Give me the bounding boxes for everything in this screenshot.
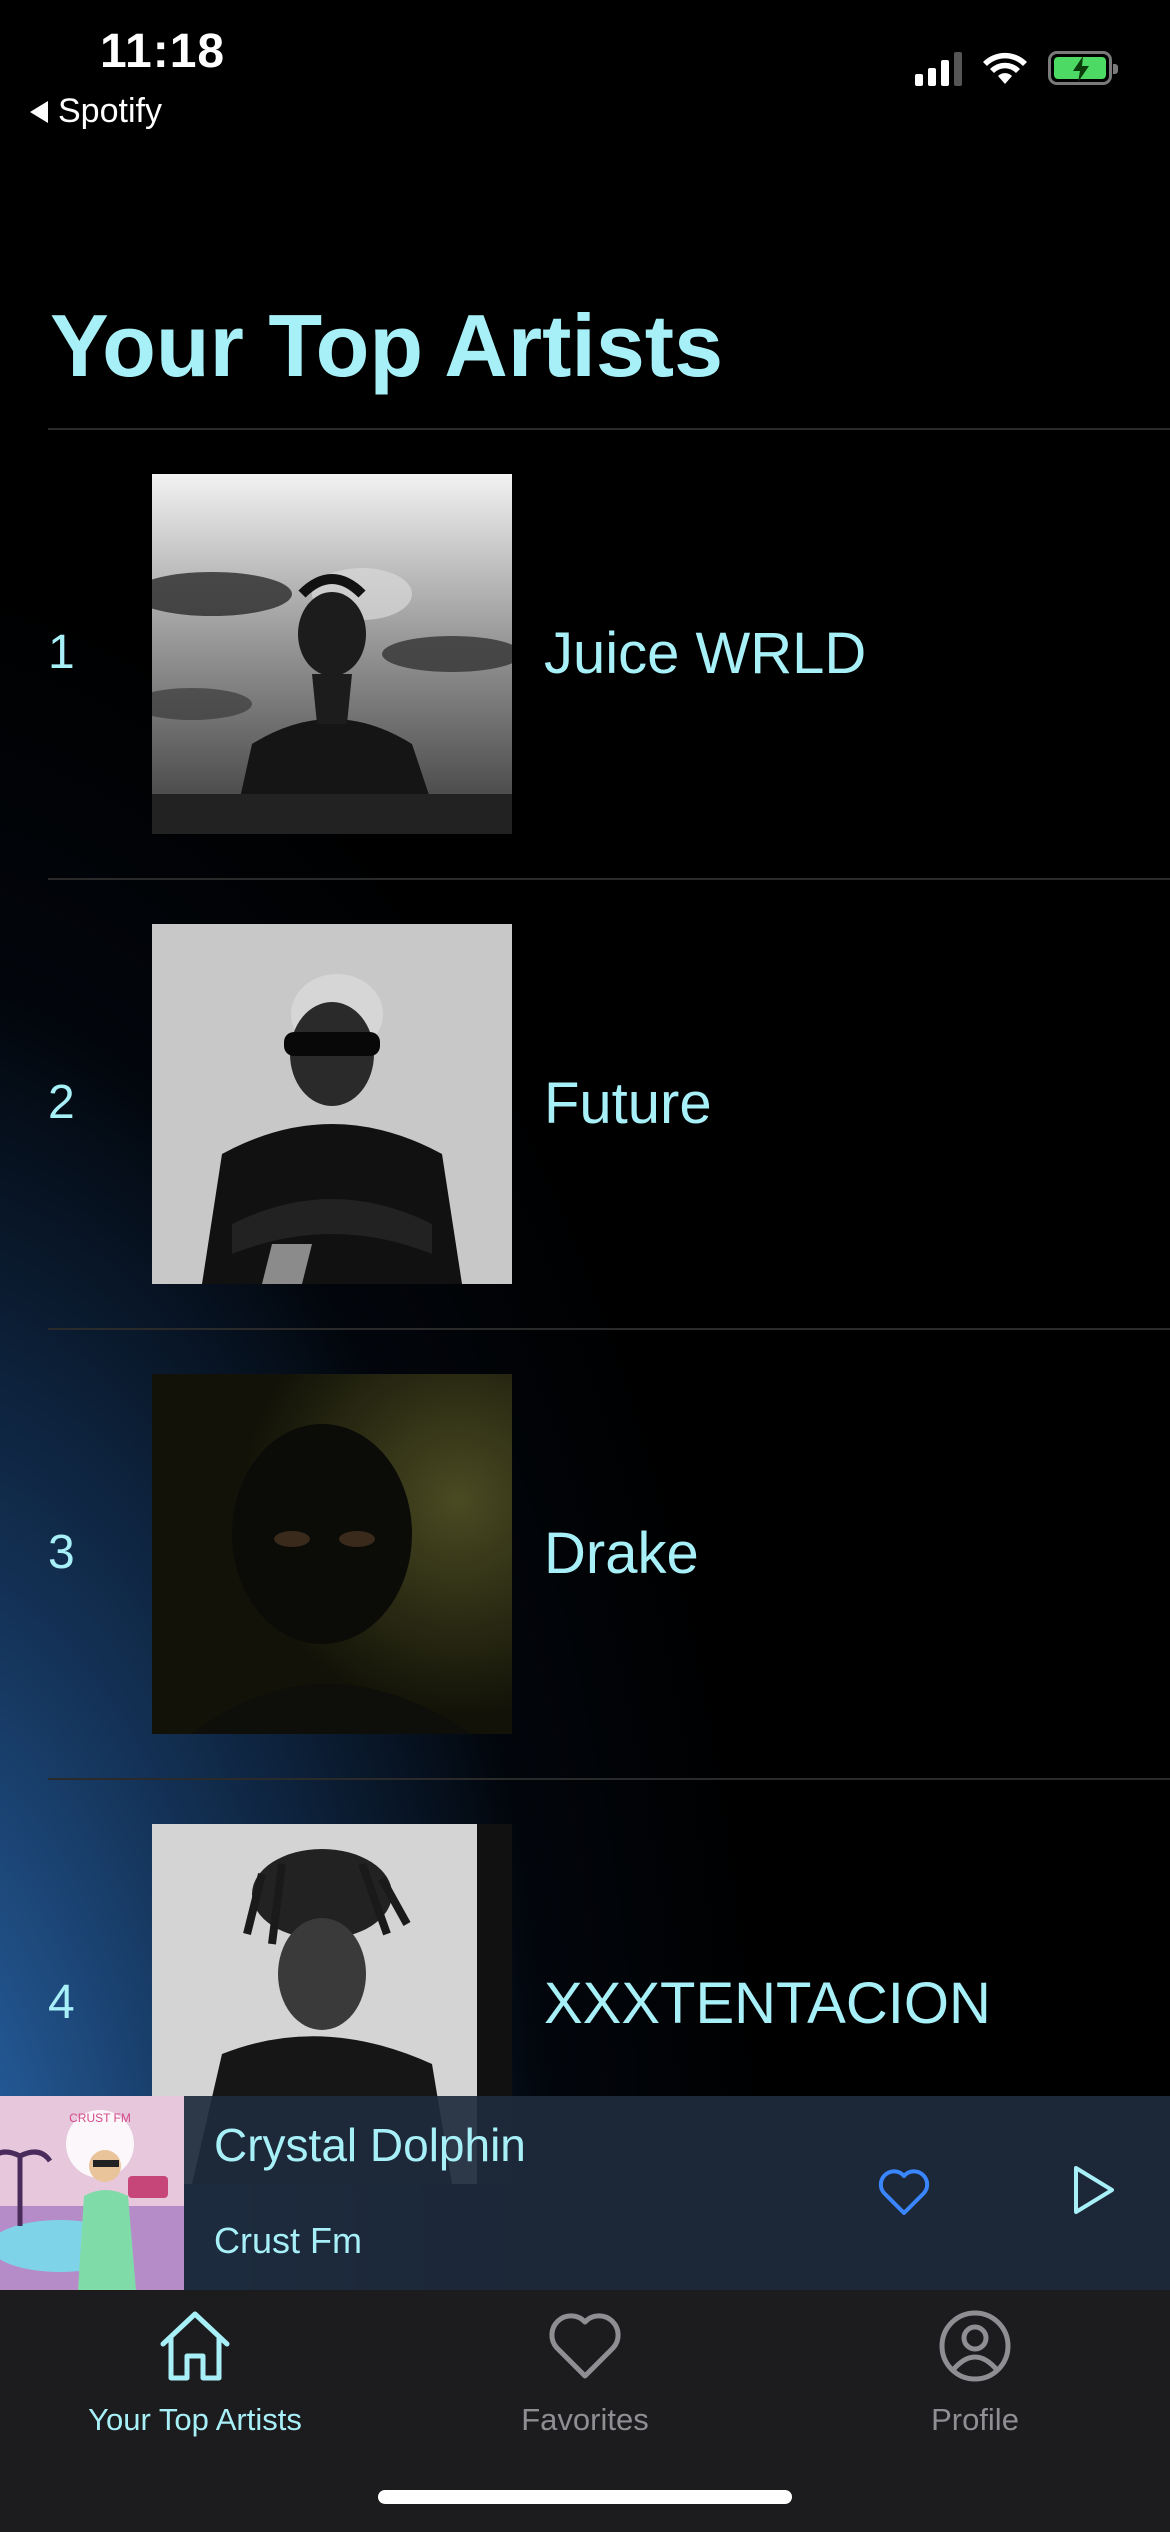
- tab-label: Favorites: [521, 2402, 649, 2437]
- now-playing-title: Crystal Dolphin: [214, 2119, 526, 2171]
- home-icon: [160, 2311, 230, 2381]
- artist-row[interactable]: 1 Juice WRLD: [0, 430, 1170, 878]
- artwork-logo-text: CRUST FM: [69, 2111, 131, 2125]
- artist-row[interactable]: 2 Future: [0, 880, 1170, 1328]
- top-artists-list: 1 Juice WRLD 2 Future 3 Drake 4 XXXTENTA…: [0, 428, 1170, 2228]
- wifi-icon: [983, 52, 1027, 84]
- favorite-button[interactable]: [876, 2166, 932, 2218]
- tab-label: Your Top Artists: [88, 2402, 302, 2437]
- person-circle-icon: [939, 2310, 1011, 2382]
- artist-row[interactable]: 3 Drake: [0, 1330, 1170, 1778]
- now-playing-artist: Crust Fm: [214, 2220, 362, 2261]
- back-to-app-button[interactable]: Spotify: [30, 92, 162, 131]
- page-title: Your Top Artists: [50, 296, 724, 395]
- now-playing-bar[interactable]: CRUST FM Crystal Dolphin Crust Fm: [0, 2096, 1170, 2290]
- tab-label: Profile: [931, 2402, 1019, 2437]
- battery-charging-icon: [1048, 51, 1118, 85]
- heart-icon: [549, 2313, 621, 2379]
- play-outline-icon: [1074, 2166, 1114, 2214]
- home-indicator[interactable]: [378, 2490, 792, 2504]
- artist-rank: 4: [48, 1976, 75, 2029]
- artist-artwork: [152, 1374, 512, 1734]
- artist-rank: 2: [48, 1076, 75, 1129]
- status-time: 11:18: [100, 25, 226, 78]
- artist-name: Juice WRLD: [544, 621, 867, 686]
- tab-favorites[interactable]: Favorites: [390, 2290, 780, 2450]
- artist-artwork: [152, 924, 512, 1284]
- back-label: Spotify: [58, 92, 162, 130]
- artist-name: Drake: [544, 1521, 699, 1586]
- artist-rank: 1: [48, 626, 75, 679]
- heart-outline-icon: [878, 2169, 930, 2215]
- status-bar: 11:18 Spotify: [0, 0, 1170, 140]
- tab-profile[interactable]: Profile: [780, 2290, 1170, 2450]
- now-playing-artwork: CRUST FM: [0, 2096, 184, 2290]
- back-arrow-icon: [30, 100, 48, 123]
- artist-name: XXXTENTACION: [544, 1971, 991, 2036]
- artist-name: Future: [544, 1071, 712, 1136]
- status-icons: [915, 50, 1118, 86]
- play-button[interactable]: [1070, 2164, 1116, 2216]
- cellular-signal-icon: [915, 50, 962, 86]
- artist-rank: 3: [48, 1526, 75, 1579]
- tab-your-top-artists[interactable]: Your Top Artists: [0, 2290, 390, 2450]
- artist-artwork: [152, 474, 512, 834]
